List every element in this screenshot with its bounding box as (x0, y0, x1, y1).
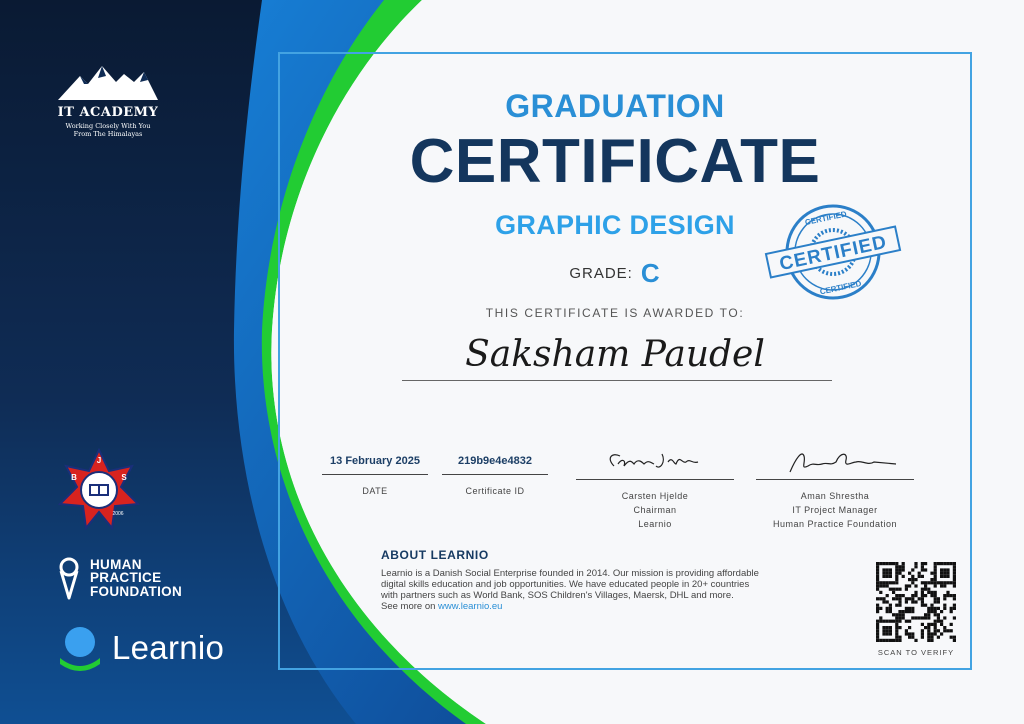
it-academy-name: IT ACADEMY (57, 105, 159, 120)
project-manager-name: Aman Shrestha (800, 491, 870, 501)
grade-value: C (640, 258, 661, 288)
see-more-text: See more on (381, 601, 439, 612)
project-manager-column: Aman Shrestha IT Project Manager Human P… (756, 448, 914, 530)
hpf-line-2: PRACTICE (90, 570, 162, 586)
date-value: 13 February 2025 (330, 455, 420, 467)
about-line-1: Learnio is a Danish Social Enterprise fo… (381, 568, 759, 579)
awarded-to-label: THIS CERTIFICATE IS AWARDED TO: (485, 306, 745, 320)
project-manager-org: Human Practice Foundation (772, 519, 898, 529)
emblem-letter-top: J (97, 456, 101, 465)
date-label: DATE (362, 486, 388, 496)
project-manager-signature-icon (789, 453, 897, 473)
learnio-name: Learnio (112, 629, 225, 666)
certificate-id-column: 219b9e4e4832 Certificate ID (442, 448, 548, 497)
government-emblem-icon: J B S 2006 (58, 448, 140, 530)
scan-to-verify-label: SCAN TO VERIFY (877, 648, 955, 657)
certificate-id-label: Certificate ID (465, 486, 525, 496)
learnio-logo: Learnio (56, 624, 224, 672)
hpf-line-3: FOUNDATION (90, 583, 182, 599)
date-column: 13 February 2025 DATE (322, 448, 428, 497)
about-line-3: with partners such as World Bank, SOS Ch… (381, 590, 734, 601)
stamp-bottom-text: CERTIFIED (819, 279, 862, 297)
chairman-signature-icon (609, 453, 699, 468)
recipient-name: Saksham Paudel (465, 334, 765, 375)
hpf-logo: HUMAN PRACTICE FOUNDATION (58, 556, 182, 600)
project-manager-title: IT Project Manager (792, 505, 878, 515)
it-academy-logo: IT ACADEMY Working Closely With You From… (52, 62, 164, 138)
recipient-underline (402, 380, 832, 381)
about-heading: ABOUT LEARNIO (381, 548, 489, 562)
certificate-id-line (442, 474, 548, 475)
chairman-org: Learnio (638, 519, 672, 529)
mountain-icon (58, 66, 158, 100)
it-academy-tagline-1: Working Closely With You (65, 122, 151, 130)
grade-label: GRADE: (569, 265, 633, 282)
qr-code-icon[interactable] (876, 562, 956, 642)
chairman-column: Carsten Hjelde Chairman Learnio (576, 448, 734, 530)
chairman-line (576, 479, 734, 480)
certified-stamp-icon: CERTIFIED CERTIFIED CERTIFIED (764, 204, 902, 300)
certificate-id-value: 219b9e4e4832 (457, 455, 532, 467)
project-manager-line (756, 479, 914, 480)
hpf-line-1: HUMAN (90, 556, 142, 572)
emblem-letter-right: S (121, 473, 127, 482)
location-pin-icon (59, 557, 79, 600)
chairman-name: Carsten Hjelde (621, 491, 689, 501)
emblem-letter-left: B (71, 473, 77, 482)
learnio-website-link[interactable]: www.learnio.eu (438, 601, 502, 612)
about-section: ABOUT LEARNIO Learnio is a Danish Social… (381, 548, 831, 612)
emblem-year: 2006 (112, 511, 123, 517)
heading-certificate: CERTIFICATE (409, 127, 821, 196)
date-line (322, 474, 428, 475)
about-line-2: digital skills education and job opportu… (381, 579, 750, 590)
chairman-title: Chairman (633, 505, 677, 515)
learnio-mark-icon (60, 627, 100, 671)
see-more-row: See more on www.learnio.eu (381, 601, 831, 612)
heading-graduation: GRADUATION (505, 88, 725, 124)
stamp-center-text: CERTIFIED (778, 232, 889, 275)
it-academy-tagline-2: From The Himalayas (73, 130, 143, 138)
